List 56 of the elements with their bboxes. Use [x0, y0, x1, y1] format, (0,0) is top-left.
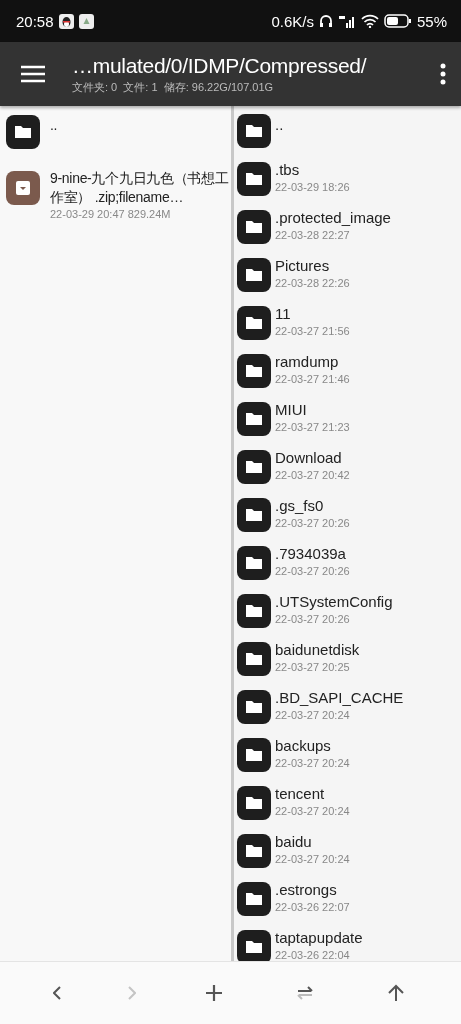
folder-icon — [237, 834, 271, 868]
folder-item[interactable]: Download 22-03-27 20:42 — [234, 442, 461, 490]
folder-icon — [237, 258, 271, 292]
more-options-button[interactable] — [439, 63, 447, 85]
folder-item[interactable]: .UTSystemConfig 22-03-27 20:26 — [234, 586, 461, 634]
menu-button[interactable] — [20, 64, 46, 84]
folder-item[interactable]: backups 22-03-27 20:24 — [234, 730, 461, 778]
folder-item[interactable]: .protected_image 22-03-28 22:27 — [234, 202, 461, 250]
storage-info: 文件夹: 0 文件: 1 储存: 96.22G/107.01G — [72, 79, 275, 95]
folder-icon — [237, 114, 271, 148]
chevron-left-icon — [53, 986, 62, 1000]
folder-icon — [237, 402, 271, 436]
folder-path: …mulated/0/IDMP/Compressed/ — [72, 53, 368, 78]
folder-icon — [6, 115, 40, 149]
folder-item[interactable]: tencent 22-03-27 20:24 — [234, 778, 461, 826]
chevron-right-icon — [127, 986, 136, 1000]
clock: 20:58 — [16, 12, 54, 30]
folder-item[interactable]: .7934039a 22-03-27 20:26 — [234, 538, 461, 586]
folder-icon — [237, 738, 271, 772]
folder-item[interactable]: .estrongs 22-03-26 22:07 — [234, 874, 461, 922]
folder-icon — [237, 450, 271, 484]
menu-icon — [20, 64, 46, 84]
folder-icon — [237, 882, 271, 916]
penguin-app-icon — [58, 13, 74, 29]
folder-item[interactable]: .gs_fs0 22-03-27 20:26 — [234, 490, 461, 538]
folder-item[interactable]: Pictures 22-03-28 22:26 — [234, 250, 461, 298]
folder-item[interactable]: taptapupdate 22-03-26 22:04 — [234, 922, 461, 961]
folder-icon — [237, 162, 271, 196]
folder-icon — [237, 786, 271, 820]
battery-icon — [383, 14, 412, 28]
folder-item[interactable]: baidu 22-03-27 20:24 — [234, 826, 461, 874]
folder-icon — [237, 594, 271, 628]
folder-item[interactable]: 11 22-03-27 21:56 — [234, 298, 461, 346]
folder-item[interactable]: .tbs 22-03-29 18:26 — [234, 154, 461, 202]
folder-item[interactable]: ramdump 22-03-27 21:46 — [234, 346, 461, 394]
folder-item[interactable]: MIUI 22-03-27 21:23 — [234, 394, 461, 442]
folder-icon — [237, 210, 271, 244]
signal-icon — [337, 14, 356, 28]
folder-icon — [237, 690, 271, 724]
folder-icon — [237, 306, 271, 340]
folder-icon — [237, 354, 271, 388]
folder-item[interactable]: .. — [234, 106, 461, 154]
folder-icon — [237, 498, 271, 532]
network-speed: 0.6K/s — [271, 12, 314, 30]
archive-item[interactable]: 9-nine-九个九日九色（书想工作室） .zip;filename… 22-03-29 20:47 829.24M — [0, 162, 231, 225]
folder-item[interactable]: .BD_SAPI_CACHE 22-03-27 20:24 — [234, 682, 461, 730]
folder-icon — [237, 642, 271, 676]
folder-item[interactable]: baidunetdisk 22-03-27 20:25 — [234, 634, 461, 682]
more-options-icon — [439, 63, 447, 85]
app-notification-icon — [78, 13, 94, 29]
folder-item[interactable]: .. — [0, 106, 231, 154]
archive-icon — [6, 171, 40, 205]
battery-percentage: 55% — [416, 12, 447, 30]
headphones-icon — [318, 14, 333, 28]
folder-icon — [237, 546, 271, 580]
wifi-icon — [360, 14, 379, 28]
